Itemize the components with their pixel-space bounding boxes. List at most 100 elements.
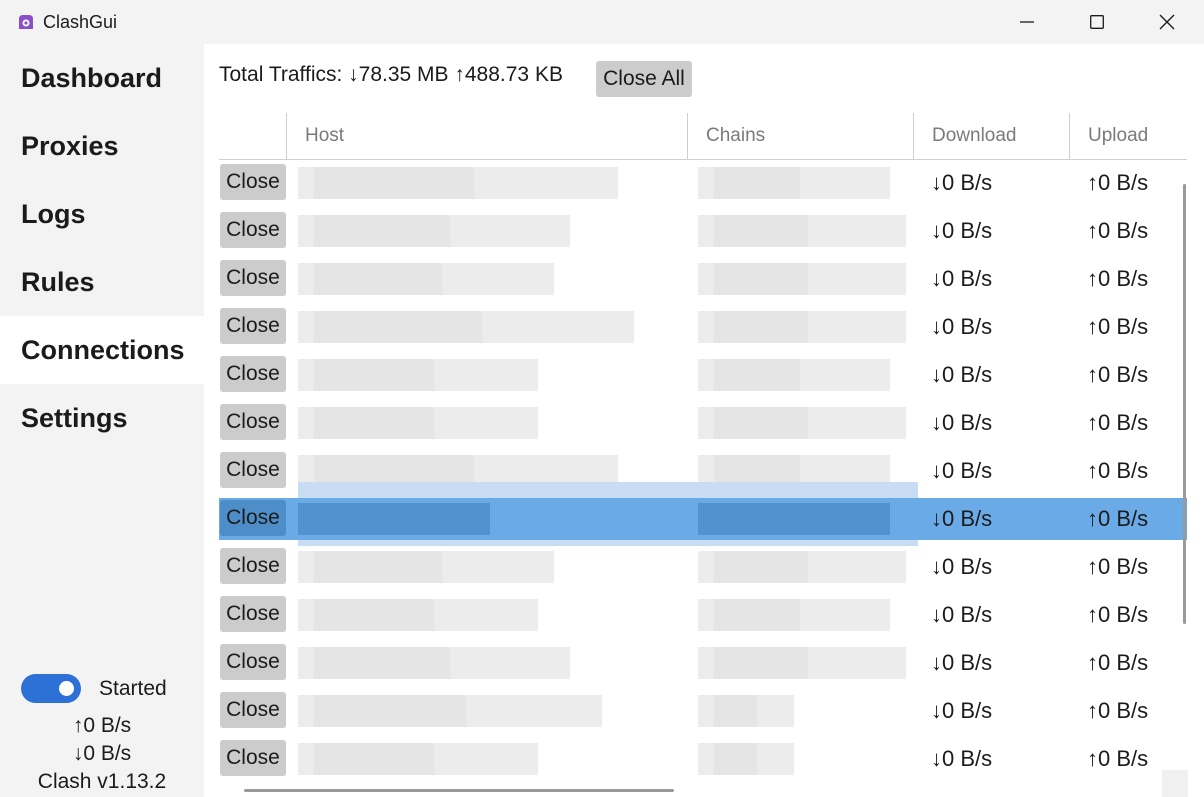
host-value-redacted-shade xyxy=(314,599,434,631)
clash-version: Clash v1.13.2 xyxy=(37,770,167,793)
close-connection-button[interactable]: Close xyxy=(220,596,286,632)
scroll-corner xyxy=(1162,770,1188,797)
close-connection-button[interactable]: Close xyxy=(220,740,286,776)
chains-value-redacted-shade xyxy=(714,743,757,775)
table-header: Host Chains Download Upload xyxy=(219,113,1187,160)
maximize-button[interactable] xyxy=(1062,0,1132,44)
connection-row[interactable]: Close ↓0 B/s ↑0 B/s xyxy=(219,738,1187,786)
close-connection-button[interactable]: Close xyxy=(220,452,286,488)
chains-value-redacted-shade xyxy=(714,647,808,679)
download-rate: ↓0 B/s xyxy=(931,602,993,627)
chains-value-redacted-shade xyxy=(714,215,808,247)
host-value-redacted-shade xyxy=(314,407,434,439)
chains-value-redacted-shade xyxy=(714,695,757,727)
close-connection-button[interactable]: Close xyxy=(220,548,286,584)
host-value-redacted-shade xyxy=(314,647,450,679)
nav-item-settings[interactable]: Settings xyxy=(0,384,204,452)
download-rate: ↓0 B/s xyxy=(931,554,993,579)
download-rate: ↓0 B/s xyxy=(931,746,993,771)
download-rate: ↓0 B/s xyxy=(931,266,993,291)
upload-rate: ↑0 B/s xyxy=(1087,410,1149,435)
download-rate: ↓0 B/s xyxy=(931,458,993,483)
close-connection-button[interactable]: Close xyxy=(220,356,286,392)
minimize-button[interactable] xyxy=(992,0,1062,44)
chains-value-redacted-shade xyxy=(714,551,808,583)
connection-row[interactable]: Close ↓0 B/s ↑0 B/s xyxy=(219,546,1187,594)
download-rate: ↓0 B/s xyxy=(931,170,993,195)
upload-rate: ↑0 B/s xyxy=(1087,218,1149,243)
connection-row[interactable]: Close ↓0 B/s ↑0 B/s xyxy=(219,306,1187,354)
download-speed: ↓0 B/s xyxy=(72,742,132,765)
close-connection-button[interactable]: Close xyxy=(220,500,286,536)
connection-row[interactable]: Close ↓0 B/s ↑0 B/s xyxy=(219,482,1187,546)
minimize-icon xyxy=(1020,21,1034,23)
close-connection-button[interactable]: Close xyxy=(220,308,286,344)
nav-item-connections[interactable]: Connections xyxy=(0,316,204,384)
connection-row[interactable]: Close ↓0 B/s ↑0 B/s xyxy=(219,210,1187,258)
horizontal-scrollbar[interactable] xyxy=(244,789,674,792)
chains-value-redacted-shade xyxy=(714,167,800,199)
host-value-redacted-shade xyxy=(314,551,442,583)
upload-rate: ↑0 B/s xyxy=(1087,602,1149,627)
host-value-redacted-shade xyxy=(314,215,450,247)
column-header-download[interactable]: Download xyxy=(913,113,1069,159)
upload-rate: ↑0 B/s xyxy=(1087,554,1149,579)
download-rate: ↓0 B/s xyxy=(931,314,993,339)
connection-row[interactable]: Close ↓0 B/s ↑0 B/s xyxy=(219,354,1187,402)
total-traffic: Total Traffics: ↓78.35 MB ↑488.73 KB xyxy=(219,63,563,86)
download-rate: ↓0 B/s xyxy=(931,698,993,723)
upload-rate: ↑0 B/s xyxy=(1087,170,1149,195)
nav-item-dashboard[interactable]: Dashboard xyxy=(0,44,204,112)
close-connection-button[interactable]: Close xyxy=(220,260,286,296)
chains-value-redacted-shade xyxy=(714,359,800,391)
upload-speed: ↑0 B/s xyxy=(72,714,132,737)
host-value-redacted-shade xyxy=(314,263,442,295)
column-header-action xyxy=(219,113,286,159)
upload-rate: ↑0 B/s xyxy=(1087,746,1149,771)
maximize-icon xyxy=(1090,15,1104,29)
host-value-redacted-shade xyxy=(314,503,410,535)
nav-item-rules[interactable]: Rules xyxy=(0,248,204,316)
column-header-upload[interactable]: Upload xyxy=(1069,113,1187,159)
chains-value-redacted-shade xyxy=(714,311,808,343)
connection-row[interactable]: Close ↓0 B/s ↑0 B/s xyxy=(219,642,1187,690)
close-all-button[interactable]: Close All xyxy=(596,61,692,97)
column-header-chains[interactable]: Chains xyxy=(687,113,913,159)
close-connection-button[interactable]: Close xyxy=(220,212,286,248)
upload-rate: ↑0 B/s xyxy=(1087,362,1149,387)
connection-row[interactable]: Close ↓0 B/s ↑0 B/s xyxy=(219,402,1187,450)
download-rate: ↓0 B/s xyxy=(931,218,993,243)
chains-value-redacted-shade xyxy=(714,599,800,631)
toggle-knob xyxy=(59,681,74,696)
host-value-redacted-shade xyxy=(314,359,434,391)
column-header-host[interactable]: Host xyxy=(286,113,687,159)
chains-value-redacted-shade xyxy=(714,503,800,535)
connection-row[interactable]: Close ↓0 B/s ↑0 B/s xyxy=(219,690,1187,738)
title-bar: ClashGui xyxy=(0,0,1204,44)
upload-rate: ↑0 B/s xyxy=(1087,650,1149,675)
download-rate: ↓0 B/s xyxy=(931,650,993,675)
connection-row[interactable]: Close ↓0 B/s ↑0 B/s xyxy=(219,162,1187,210)
close-connection-button[interactable]: Close xyxy=(220,404,286,440)
nav-item-logs[interactable]: Logs xyxy=(0,180,204,248)
host-value-redacted-shade xyxy=(314,743,434,775)
window-title: ClashGui xyxy=(43,12,118,32)
close-connection-button[interactable]: Close xyxy=(220,164,286,200)
download-rate: ↓0 B/s xyxy=(931,410,993,435)
download-rate: ↓0 B/s xyxy=(931,362,993,387)
download-rate: ↓0 B/s xyxy=(931,506,993,531)
upload-rate: ↑0 B/s xyxy=(1087,314,1149,339)
upload-rate: ↑0 B/s xyxy=(1087,506,1149,531)
close-connection-button[interactable]: Close xyxy=(220,644,286,680)
host-value-redacted-shade xyxy=(314,167,474,199)
close-connection-button[interactable]: Close xyxy=(220,692,286,728)
vertical-scrollbar[interactable] xyxy=(1183,184,1186,624)
clash-icon xyxy=(16,12,36,32)
started-toggle[interactable] xyxy=(21,674,81,703)
upload-rate: ↑0 B/s xyxy=(1087,458,1149,483)
upload-rate: ↑0 B/s xyxy=(1087,698,1149,723)
nav-item-proxies[interactable]: Proxies xyxy=(0,112,204,180)
close-window-button[interactable] xyxy=(1132,0,1202,44)
connection-row[interactable]: Close ↓0 B/s ↑0 B/s xyxy=(219,258,1187,306)
connection-row[interactable]: Close ↓0 B/s ↑0 B/s xyxy=(219,594,1187,642)
